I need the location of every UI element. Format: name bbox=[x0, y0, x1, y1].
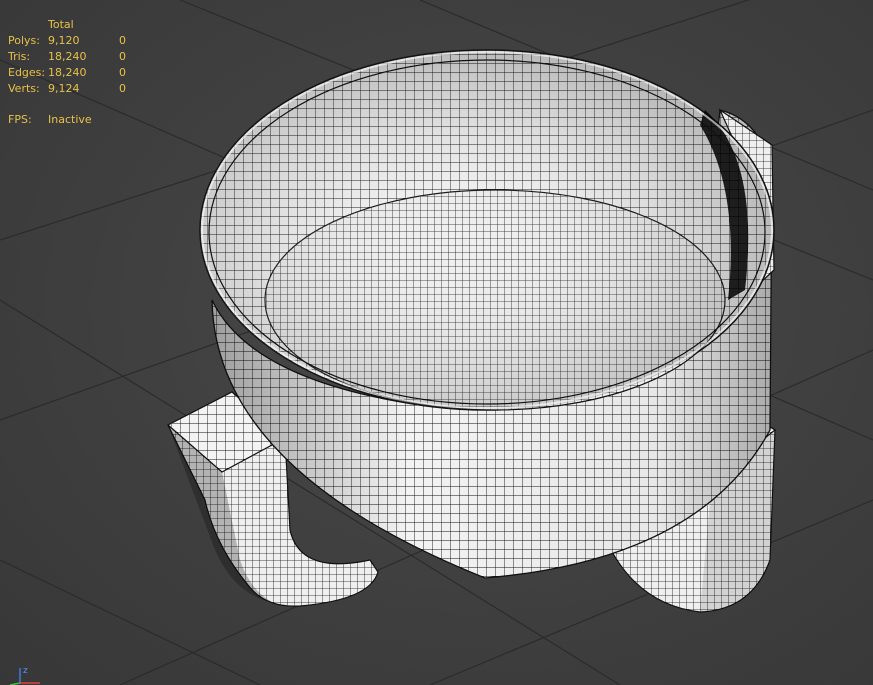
stats-selected: 0 bbox=[119, 66, 126, 79]
stats-label: Polys: bbox=[8, 34, 40, 47]
stats-total: 9,124 bbox=[48, 82, 80, 95]
stats-label: Tris: bbox=[8, 50, 31, 63]
perspective-viewport[interactable]: Total Polys: 9,120 0 Tris: 18,240 0 Edge… bbox=[0, 0, 873, 685]
stats-total: 18,240 bbox=[48, 50, 87, 63]
stats-total-header: Total bbox=[48, 18, 74, 31]
stats-selected: 0 bbox=[119, 82, 126, 95]
fps-value: Inactive bbox=[48, 113, 92, 126]
axis-z-label: z bbox=[23, 666, 28, 676]
fps-label: FPS: bbox=[8, 113, 32, 126]
stats-label: Verts: bbox=[8, 82, 40, 95]
stats-total: 9,120 bbox=[48, 34, 80, 47]
stats-selected: 0 bbox=[119, 34, 126, 47]
stats-selected: 0 bbox=[119, 50, 126, 63]
viewport-scene[interactable] bbox=[0, 0, 873, 685]
fps-readout: FPS: Inactive bbox=[8, 113, 92, 126]
axis-tripod-icon: z bbox=[9, 666, 40, 685]
stats-total: 18,240 bbox=[48, 66, 87, 79]
stats-label: Edges: bbox=[8, 66, 46, 79]
